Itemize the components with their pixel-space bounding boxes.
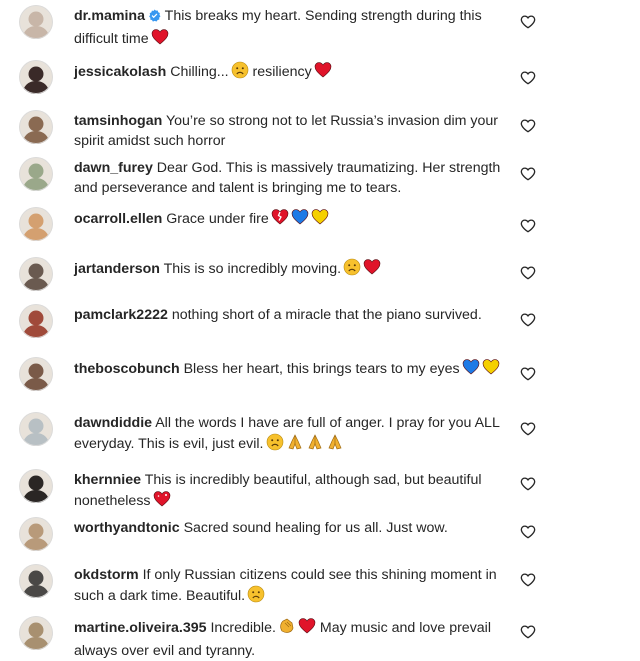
- comment-body: Chilling...: [170, 64, 229, 80]
- comment-username[interactable]: ocarroll.ellen: [74, 211, 162, 227]
- like-heart-icon[interactable]: [520, 476, 536, 492]
- comment-username[interactable]: worthyandtonic: [74, 520, 180, 536]
- red-heart-icon: [151, 28, 169, 52]
- comment-text-block: martine.oliveira.395 Incredible. May mus…: [74, 617, 504, 661]
- like-heart-icon[interactable]: [520, 572, 536, 588]
- red-heart-icon: [314, 61, 332, 85]
- like-heart-icon[interactable]: [520, 166, 536, 182]
- avatar[interactable]: [19, 564, 53, 598]
- avatar[interactable]: [19, 412, 53, 446]
- folded-hands-icon: [306, 433, 324, 457]
- comment-text-block: jessicakolash Chilling... resiliency: [74, 61, 504, 85]
- avatar[interactable]: [19, 616, 53, 650]
- comment-text-block: khernniee This is incredibly beautiful, …: [74, 470, 504, 514]
- comment-body-continued: resiliency: [252, 64, 312, 80]
- broken-heart-icon: [271, 208, 289, 232]
- like-heart-icon[interactable]: [520, 524, 536, 540]
- sparkling-heart-icon: [153, 490, 171, 514]
- comment-text-block: worthyandtonic Sacred sound healing for …: [74, 518, 504, 538]
- verified-badge-icon: [148, 8, 161, 28]
- avatar[interactable]: [19, 257, 53, 291]
- comment-username[interactable]: dawn_furey: [74, 160, 153, 176]
- red-heart-icon: [363, 258, 381, 282]
- blue-heart-icon: [462, 358, 480, 382]
- like-heart-icon[interactable]: [520, 70, 536, 86]
- clapping-hands-icon: [278, 617, 296, 641]
- like-heart-icon[interactable]: [520, 312, 536, 328]
- avatar[interactable]: [19, 357, 53, 391]
- comment-username[interactable]: khernniee: [74, 472, 141, 488]
- comment-username[interactable]: dr.mamina: [74, 8, 145, 24]
- sad-face-icon: [247, 585, 265, 609]
- avatar[interactable]: [19, 157, 53, 191]
- like-heart-icon[interactable]: [520, 624, 536, 640]
- comment-body: This is so incredibly moving.: [163, 261, 342, 277]
- avatar[interactable]: [19, 110, 53, 144]
- avatar[interactable]: [19, 517, 53, 551]
- folded-hands-icon: [326, 433, 344, 457]
- comment-body: nothing short of a miracle that the pian…: [171, 307, 482, 323]
- red-heart-icon: [298, 617, 316, 641]
- like-heart-icon[interactable]: [520, 118, 536, 134]
- comment-username[interactable]: jartanderson: [74, 261, 160, 277]
- comment-username[interactable]: martine.oliveira.395: [74, 620, 207, 636]
- comment-text-block: ocarroll.ellen Grace under fire: [74, 208, 504, 232]
- like-heart-icon[interactable]: [520, 218, 536, 234]
- comment-username[interactable]: jessicakolash: [74, 64, 166, 80]
- comment-text-block: tamsinhogan You’re so strong not to let …: [74, 111, 504, 151]
- comment-username[interactable]: tamsinhogan: [74, 113, 162, 129]
- sad-face-icon: [231, 61, 249, 85]
- comment-text-block: theboscobunch Bless her heart, this brin…: [74, 358, 504, 382]
- comment-username[interactable]: theboscobunch: [74, 361, 180, 377]
- comment-text-block: dawndiddie All the words I have are full…: [74, 413, 504, 457]
- yellow-heart-icon: [482, 358, 500, 382]
- comment-text-block: dawn_furey Dear God. This is massively t…: [74, 158, 504, 198]
- comment-username[interactable]: okdstorm: [74, 567, 139, 583]
- comment-text-block: dr.mamina This breaks my heart. Sending …: [74, 6, 504, 52]
- comment-body: Incredible.: [210, 620, 276, 636]
- avatar[interactable]: [19, 304, 53, 338]
- comment-username[interactable]: pamclark2222: [74, 307, 168, 323]
- folded-hands-icon: [286, 433, 304, 457]
- avatar[interactable]: [19, 469, 53, 503]
- comment-body: Grace under fire: [166, 211, 269, 227]
- like-heart-icon[interactable]: [520, 14, 536, 30]
- avatar[interactable]: [19, 60, 53, 94]
- sad-face-icon: [266, 433, 284, 457]
- comment-body: Bless her heart, this brings tears to my…: [183, 361, 460, 377]
- blue-heart-icon: [291, 208, 309, 232]
- like-heart-icon[interactable]: [520, 421, 536, 437]
- sad-face-icon: [343, 258, 361, 282]
- comment-text-block: pamclark2222 nothing short of a miracle …: [74, 305, 504, 325]
- comment-text-block: okdstorm If only Russian citizens could …: [74, 565, 504, 609]
- yellow-heart-icon: [311, 208, 329, 232]
- comment-text-block: jartanderson This is so incredibly movin…: [74, 258, 504, 282]
- avatar[interactable]: [19, 207, 53, 241]
- comment-list: dr.mamina This breaks my heart. Sending …: [0, 0, 640, 660]
- like-heart-icon[interactable]: [520, 265, 536, 281]
- comment-body: Sacred sound healing for us all. Just wo…: [183, 520, 448, 536]
- comment-username[interactable]: dawndiddie: [74, 415, 152, 431]
- like-heart-icon[interactable]: [520, 366, 536, 382]
- avatar[interactable]: [19, 5, 53, 39]
